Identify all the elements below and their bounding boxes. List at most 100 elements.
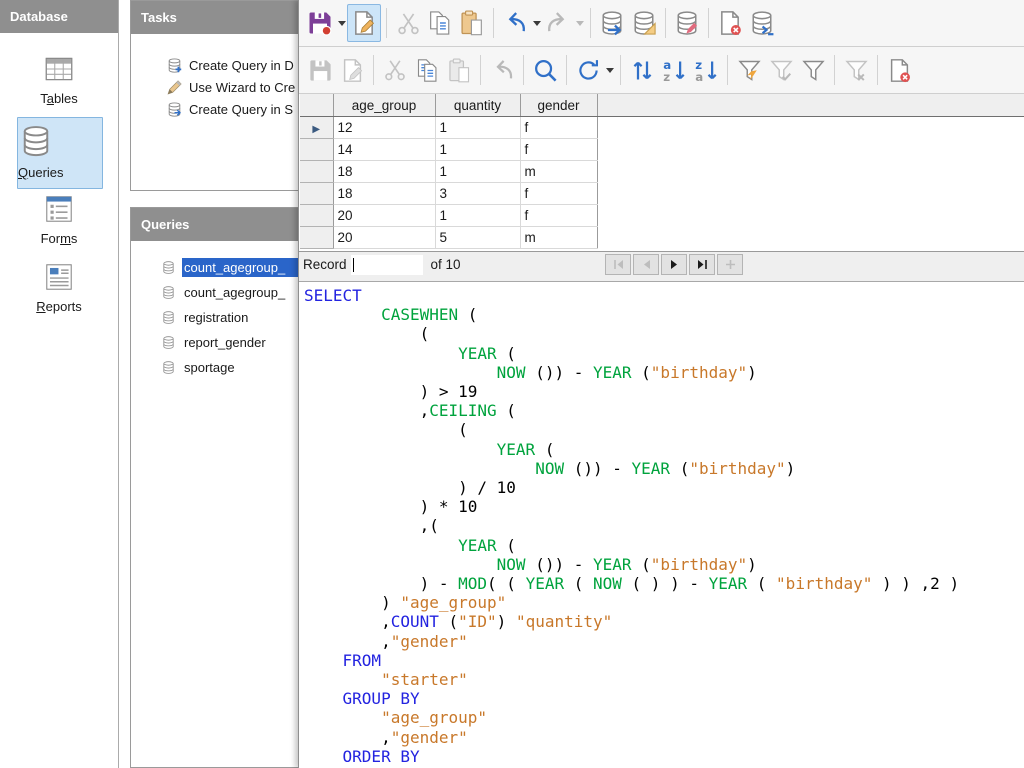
table-row: 181m [300,161,1024,183]
sql-line: GROUP BY [304,689,1024,708]
record-nav-buttons [605,254,743,275]
table-cell[interactable]: 5 [435,227,520,249]
table-cell[interactable]: 18 [333,183,435,205]
row-header[interactable] [300,161,333,183]
table-cell[interactable]: 3 [435,183,520,205]
next-record-button[interactable] [661,254,687,275]
row-header[interactable] [300,183,333,205]
redo-dropdown[interactable] [574,4,585,42]
design-view-button[interactable] [628,4,660,42]
last-record-icon [697,259,708,270]
save-record-button[interactable] [304,51,336,89]
run-query-button[interactable] [596,4,628,42]
first-record-button[interactable] [605,254,631,275]
sidebar-item-queries[interactable]: Queries [17,117,103,189]
undo-data-button[interactable] [486,51,518,89]
sort-button[interactable] [626,51,658,89]
row-header[interactable]: ▶ [300,117,333,139]
table-cell[interactable]: 20 [333,205,435,227]
table-cell[interactable]: 20 [333,227,435,249]
row-header[interactable] [300,205,333,227]
table-cell[interactable]: f [520,117,597,139]
forms-icon [42,192,76,226]
cut-button[interactable] [392,4,424,42]
sidebar-label-forms: Forms [41,231,78,246]
table-cell[interactable]: 1 [435,205,520,227]
standard-filter-button[interactable] [797,51,829,89]
sidebar-item-forms[interactable]: Forms [0,192,118,248]
new-record-icon [725,259,736,270]
find-record-button[interactable] [529,51,561,89]
edit-query-button[interactable] [671,4,703,42]
table-row: 201f [300,205,1024,227]
undo-button[interactable] [499,4,531,42]
sidebar-item-reports[interactable]: Reports [0,260,118,316]
edit-button[interactable] [347,4,381,42]
paste-button[interactable] [456,4,488,42]
table-cell[interactable]: 1 [435,139,520,161]
autofilter-button[interactable] [733,51,765,89]
sort-descending-button[interactable]: z a [690,51,722,89]
sql-line: ) "age_group" [304,593,1024,612]
query-db-icon [161,310,176,325]
undo-dropdown[interactable] [531,4,542,42]
row-header[interactable] [300,139,333,161]
table-cell[interactable]: 12 [333,117,435,139]
query-wizard-icon [166,79,183,96]
table-cell[interactable]: f [520,205,597,227]
autofilter-icon [736,57,763,84]
copy-button-2[interactable] [411,51,443,89]
paste-button-2[interactable] [443,51,475,89]
result-grid-area: age_groupquantitygender▶121f141f181m183f… [299,94,1024,251]
sql-editor[interactable]: SELECT CASEWHEN ( ( YEAR ( NOW ()) - YEA… [299,282,1024,768]
record-number-input[interactable] [351,255,423,275]
table-cell[interactable]: m [520,227,597,249]
reset-filter-icon [843,57,870,84]
column-header[interactable]: quantity [435,94,520,117]
edit-data-icon [339,57,366,84]
sql-line: ( [304,324,1024,343]
table-cell[interactable]: f [520,139,597,161]
table-cell[interactable]: 1 [435,117,520,139]
clear-query-button[interactable] [714,4,746,42]
grid-corner[interactable] [300,94,333,117]
row-header[interactable] [300,227,333,249]
table-cell[interactable]: 1 [435,161,520,183]
table-cell[interactable]: 18 [333,161,435,183]
sql-line: "age_group" [304,708,1024,727]
refresh-button[interactable] [572,51,604,89]
table-cell[interactable]: m [520,161,597,183]
table-cell[interactable]: f [520,183,597,205]
sql-line: YEAR ( [304,344,1024,363]
column-header[interactable]: age_group [333,94,435,117]
reset-filter-button[interactable] [840,51,872,89]
sql-view-button[interactable] [746,4,778,42]
redo-button[interactable] [542,4,574,42]
table-cell[interactable]: 14 [333,139,435,161]
sql-line: ORDER BY [304,747,1024,766]
column-header[interactable]: gender [520,94,597,117]
sidebar-item-tables[interactable]: Tables [0,52,118,108]
sort-ascending-button[interactable]: a z [658,51,690,89]
save-button[interactable] [304,4,336,42]
copy-button[interactable] [424,4,456,42]
refresh-dropdown[interactable] [604,51,615,89]
sql-line: ,"gender" [304,728,1024,747]
sidebar-label-queries: Queries [18,165,64,180]
record-navigation-bar: Record of 10 [299,251,1024,277]
new-record-button[interactable] [717,254,743,275]
save-dropdown[interactable] [336,4,347,42]
last-record-button[interactable] [689,254,715,275]
record-label: Record [303,257,347,272]
previous-record-button[interactable] [633,254,659,275]
cut-button-2[interactable] [379,51,411,89]
clear-query-button-2[interactable] [883,51,915,89]
edit-data-button[interactable] [336,51,368,89]
design-view-icon [630,9,658,37]
database-panel-header: Database [0,0,118,33]
sidebar-divider [118,0,119,768]
apply-filter-button[interactable] [765,51,797,89]
clear-query-icon [886,57,913,84]
sort-icon [629,57,656,84]
run-query-icon [598,9,626,37]
